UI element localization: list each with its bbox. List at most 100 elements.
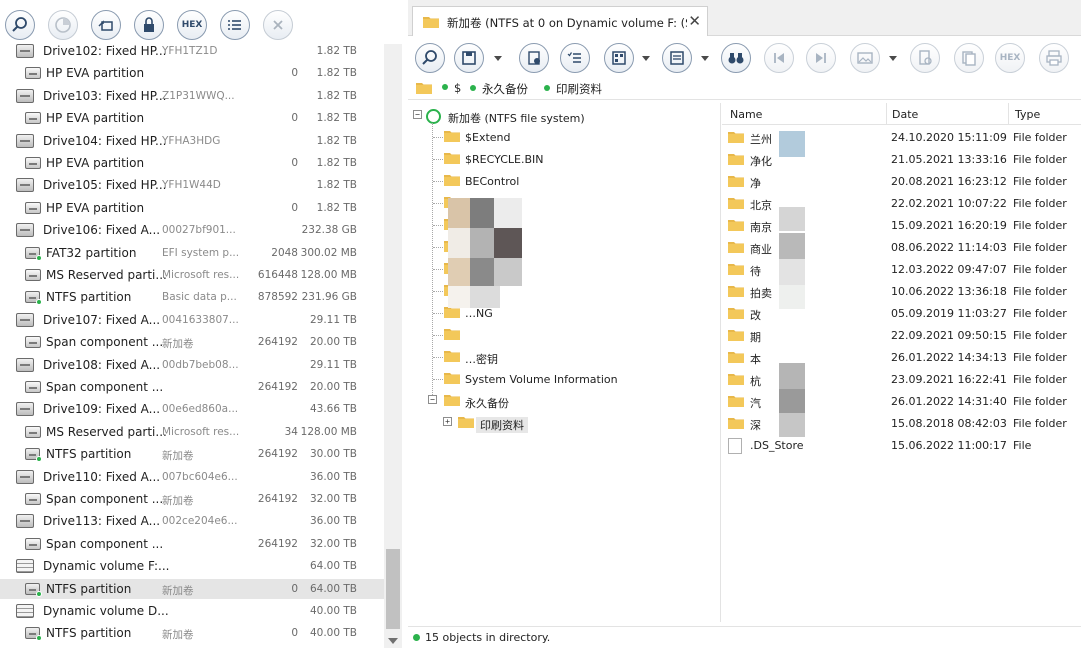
tree-folder[interactable]: [408, 325, 708, 345]
file-row[interactable]: 深 15.08.2018 08:42:03 File folder: [722, 413, 1081, 435]
tree-folder[interactable]: $RECYCLE.BIN: [408, 149, 708, 169]
file-row[interactable]: 净 20.08.2021 16:23:12 File folder: [722, 171, 1081, 193]
partition-row[interactable]: Span component ... 264192 32.00 TB: [0, 534, 384, 554]
scroll-down-icon[interactable]: [388, 638, 398, 644]
details-dropdown-icon[interactable]: [701, 56, 709, 61]
partition-row[interactable]: HP EVA partition 0 1.82 TB: [0, 198, 384, 218]
breadcrumb-item[interactable]: 永久备份: [470, 81, 528, 97]
drive-row[interactable]: Drive109: Fixed A... 00e6ed860a... 43.66 T…: [0, 399, 384, 419]
file-row[interactable]: 待 12.03.2022 09:47:07 File folder: [722, 259, 1081, 281]
partition-row[interactable]: NTFS partition 新加卷 0 40.00 TB: [0, 623, 384, 643]
partition-row[interactable]: HP EVA partition 0 1.82 TB: [0, 63, 384, 83]
collapse-icon[interactable]: −: [428, 395, 437, 404]
file-search-icon[interactable]: [910, 43, 940, 73]
column-divider[interactable]: [886, 103, 887, 125]
partition-row[interactable]: FAT32 partition EFI system p... 2048 300.02…: [0, 243, 384, 263]
lock-icon[interactable]: [134, 10, 164, 40]
scrollbar-thumb[interactable]: [386, 549, 400, 629]
list-icon[interactable]: [220, 10, 250, 40]
partition-row[interactable]: MS Reserved parti... Microsoft res... 34 12…: [0, 422, 384, 442]
file-row[interactable]: 拍卖 10.06.2022 13:36:18 File folder: [722, 281, 1081, 303]
redaction-block: [494, 228, 522, 258]
find-icon[interactable]: [5, 10, 35, 40]
file-row[interactable]: 兰州 24.10.2020 15:11:09 File folder: [722, 127, 1081, 149]
partition-row[interactable]: Span component ... 新加卷 264192 32.00 TB: [0, 489, 384, 509]
tree-folder[interactable]: BEControl: [408, 171, 708, 191]
image-preview-icon[interactable]: [850, 43, 880, 73]
drive-row[interactable]: Drive103: Fixed HP... Z1P31WWQ... 1.82 TB: [0, 86, 384, 106]
tab-volume[interactable]: 新加卷 (NTFS at 0 on Dynamic volume F: (Sim…: [412, 6, 708, 36]
forward-icon[interactable]: [806, 43, 836, 73]
print-icon[interactable]: [1039, 43, 1069, 73]
checklist-icon[interactable]: [560, 43, 590, 73]
drive-row[interactable]: Drive106: Fixed A... 00027bf901... 232.38 …: [0, 220, 384, 240]
tree-root[interactable]: − 新加卷 (NTFS file system): [408, 106, 708, 126]
file-date: 21.05.2021 13:33:16: [891, 153, 1007, 166]
drive-row[interactable]: Drive113: Fixed A... 002ce204e6... 36.00 T…: [0, 511, 384, 531]
tree-folder[interactable]: System Volume Information: [408, 369, 708, 389]
view-mode-icon[interactable]: [604, 43, 634, 73]
save-dropdown-icon[interactable]: [494, 56, 502, 61]
tree-folder[interactable]: …密钥: [408, 347, 708, 367]
drive-row[interactable]: Dynamic volume F:... 64.00 TB: [0, 556, 384, 576]
file-row[interactable]: 南京 15.09.2021 16:20:19 File folder: [722, 215, 1081, 237]
redaction-block: [779, 285, 805, 309]
partition-row[interactable]: Span component ... 新加卷 264192 20.00 TB: [0, 332, 384, 352]
column-type[interactable]: Type: [1015, 108, 1040, 121]
partition-row[interactable]: HP EVA partition 0 1.82 TB: [0, 153, 384, 173]
left-scrollbar[interactable]: [384, 44, 402, 648]
partition-row[interactable]: NTFS partition 新加卷 0 64.00 TB: [0, 578, 384, 599]
breadcrumb-item[interactable]: 印刷资料: [544, 81, 602, 97]
file-row[interactable]: 商业 08.06.2022 11:14:03 File folder: [722, 237, 1081, 259]
drive-detail: 00db7beb08...: [162, 358, 239, 371]
column-date[interactable]: Date: [892, 108, 918, 121]
back-icon[interactable]: [764, 43, 794, 73]
drive-row[interactable]: Dynamic volume D... 40.00 TB: [0, 601, 384, 621]
drive-row[interactable]: Drive108: Fixed A... 00db7beb08... 29.11 T…: [0, 355, 384, 375]
drive-detail: YFH1TZ1D: [162, 45, 218, 57]
drive-row[interactable]: Drive102: Fixed HP... YFH1TZ1D 1.82 TB: [0, 44, 384, 61]
hex-icon[interactable]: HEX: [177, 10, 207, 40]
binoculars-icon[interactable]: [721, 43, 751, 73]
file-row[interactable]: 净化 21.05.2021 13:33:16 File folder: [722, 149, 1081, 171]
close-icon[interactable]: [263, 10, 293, 40]
drive-row[interactable]: Drive110: Fixed A... 007bc604e6... 36.00 T…: [0, 467, 384, 487]
drive-row[interactable]: Drive107: Fixed A... 0041633807... 29.11 T…: [0, 310, 384, 330]
file-row[interactable]: 改 05.09.2019 11:03:27 File folder: [722, 303, 1081, 325]
file-row[interactable]: 杭 23.09.2021 16:22:41 File folder: [722, 369, 1081, 391]
partition-row[interactable]: Span component ... 264192 20.00 TB: [0, 377, 384, 397]
folder-icon: [444, 371, 460, 387]
column-name[interactable]: Name: [730, 108, 762, 121]
hex-icon[interactable]: HEX: [995, 43, 1025, 73]
partition-row[interactable]: HP EVA partition 0 1.82 TB: [0, 108, 384, 128]
tree-folder-open[interactable]: − 永久备份: [408, 391, 708, 411]
tree-folder[interactable]: $Extend: [408, 127, 708, 147]
file-row[interactable]: 本 26.01.2022 14:34:13 File folder: [722, 347, 1081, 369]
disk-chart-icon[interactable]: [48, 10, 78, 40]
save-icon[interactable]: [454, 43, 484, 73]
partition-row[interactable]: NTFS partition 新加卷 264192 30.00 TB: [0, 444, 384, 464]
tree-folder-selected[interactable]: + 印刷资料: [408, 413, 708, 433]
partition-row[interactable]: NTFS partition Basic data p... 878592 231.9…: [0, 287, 384, 307]
partition-row[interactable]: MS Reserved parti... Microsoft res... 6164…: [0, 265, 384, 285]
drive-row[interactable]: Drive105: Fixed HP... YFH1W44D 1.82 TB: [0, 175, 384, 195]
drive-row[interactable]: Drive104: Fixed HP... YFHA3HDG 1.82 TB: [0, 131, 384, 151]
folder-icon: [458, 415, 474, 431]
transfer-icon[interactable]: [91, 10, 121, 40]
breadcrumb-item[interactable]: $: [442, 81, 461, 95]
tab-close-icon[interactable]: ✕: [688, 12, 701, 30]
column-divider[interactable]: [1008, 103, 1009, 125]
file-row[interactable]: 期 22.09.2021 09:50:15 File folder: [722, 325, 1081, 347]
find-icon[interactable]: [415, 43, 445, 73]
details-icon[interactable]: [662, 43, 692, 73]
file-row[interactable]: 北京 22.02.2021 10:07:22 File folder: [722, 193, 1081, 215]
file-row[interactable]: 汽 26.01.2022 14:31:40 File folder: [722, 391, 1081, 413]
view-dropdown-icon[interactable]: [642, 56, 650, 61]
collapse-icon[interactable]: −: [413, 110, 422, 119]
file-copy-icon[interactable]: [954, 43, 984, 73]
file-row[interactable]: .DS_Store 15.06.2022 11:00:17 File: [722, 435, 1081, 457]
expand-icon[interactable]: +: [443, 417, 452, 426]
preview-dropdown-icon[interactable]: [889, 56, 897, 61]
recover-icon[interactable]: [519, 43, 549, 73]
drive-size: 40.00 TB: [309, 627, 357, 640]
